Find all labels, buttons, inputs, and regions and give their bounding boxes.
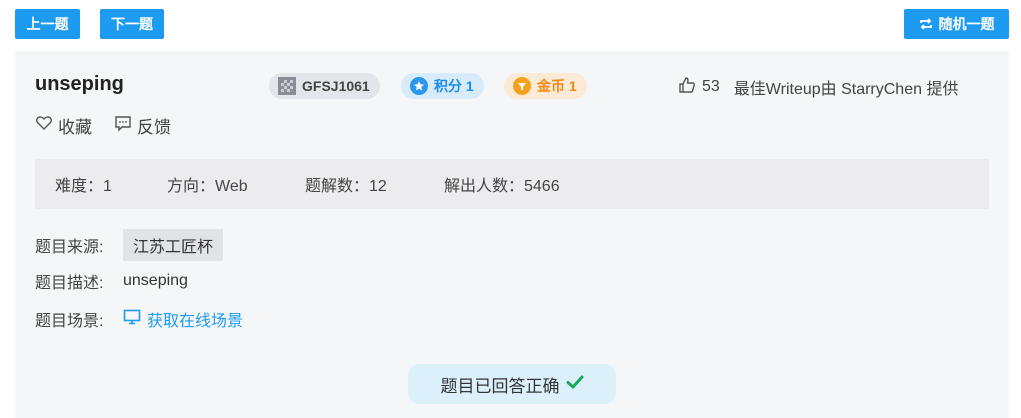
challenge-id-text: GFSJ1061 [302, 78, 370, 94]
challenge-id-badge: GFSJ1061 [269, 73, 380, 99]
scene-label: 题目场景: [35, 313, 104, 330]
favorite-label: 收藏 [58, 118, 92, 137]
heart-icon [35, 114, 53, 137]
coin-icon [513, 77, 531, 95]
challenge-title: unseping [35, 73, 124, 95]
action-bar: 收藏 反馈 [35, 113, 171, 138]
monitor-icon [123, 309, 141, 330]
source-label: 题目来源: [35, 239, 104, 256]
random-question-label: 随机一题 [938, 16, 995, 32]
source-row: 题目来源: 江苏工匠杯 [35, 229, 224, 261]
next-question-button[interactable]: 下一题 [100, 9, 164, 39]
favorite-button[interactable]: 收藏 [35, 113, 92, 138]
coin-badge: 金币 1 [504, 73, 587, 99]
check-icon [566, 374, 584, 395]
solved-status: 题目已回答正确 [408, 364, 616, 404]
difficulty-stat: 难度：1 [55, 178, 112, 195]
like-count: 53 [702, 78, 720, 95]
message-icon [114, 114, 132, 137]
challenge-panel: unseping GFSJ1061 积分 1 金币 1 53 最佳Writeup… [15, 51, 1009, 418]
direction-stat: 方向：Web [167, 178, 248, 195]
star-badge-icon [410, 77, 428, 95]
scene-row: 题目场景: 获取在线场景 [35, 307, 243, 331]
repeat-icon [919, 17, 933, 31]
coin-text: 金币 1 [537, 78, 577, 94]
source-tag: 江苏工匠杯 [123, 229, 224, 261]
description-value: unseping [123, 272, 188, 289]
solutions-stat: 题解数：12 [305, 178, 387, 195]
score-text: 积分 1 [434, 78, 474, 94]
solvers-stat: 解出人数：5466 [444, 178, 560, 195]
thumbs-up-icon[interactable] [678, 76, 696, 99]
solved-text: 题目已回答正确 [440, 376, 560, 396]
score-badge: 积分 1 [401, 73, 484, 99]
get-scene-link[interactable]: 获取在线场景 [123, 307, 243, 331]
best-writeup-text[interactable]: 最佳Writeup由 StarryChen 提供 [734, 75, 959, 99]
description-row: 题目描述: unseping [35, 269, 188, 293]
random-question-button[interactable]: 随机一题 [904, 9, 1009, 39]
stats-bar: 难度：1 方向：Web 题解数：12 解出人数：5466 [35, 159, 989, 209]
feedback-label: 反馈 [137, 118, 171, 137]
description-label: 题目描述: [35, 275, 104, 292]
prev-question-button[interactable]: 上一题 [15, 9, 80, 39]
get-scene-label: 获取在线场景 [147, 313, 244, 330]
qr-code-icon [278, 77, 296, 95]
like-area: 53 最佳Writeup由 StarryChen 提供 [678, 75, 958, 99]
feedback-button[interactable]: 反馈 [114, 113, 171, 138]
